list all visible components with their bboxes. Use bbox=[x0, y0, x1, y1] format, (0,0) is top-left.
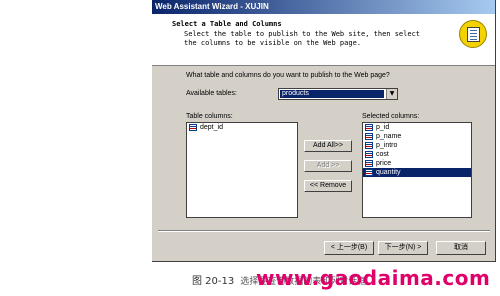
header-description: Select the table to publish to the Web s… bbox=[184, 30, 421, 47]
add-button[interactable]: Add >> bbox=[304, 160, 352, 172]
column-icon bbox=[365, 124, 373, 131]
column-name: p_id bbox=[376, 124, 390, 131]
list-item[interactable]: p_name bbox=[363, 132, 471, 141]
column-name: p_name bbox=[376, 133, 402, 140]
column-icon bbox=[365, 160, 373, 167]
column-name: quantity bbox=[376, 169, 401, 176]
column-icon bbox=[365, 169, 373, 176]
column-icon bbox=[189, 124, 197, 131]
page-icon bbox=[467, 27, 480, 42]
table-columns-label: Table columns: bbox=[186, 113, 233, 120]
divider bbox=[158, 230, 490, 232]
back-button[interactable]: < 上一步(B) bbox=[324, 241, 374, 255]
table-columns-list[interactable]: dept_id bbox=[186, 122, 298, 218]
column-name: p_intro bbox=[376, 142, 398, 149]
window-title: Web Assistant Wizard - XUJIN bbox=[152, 0, 495, 14]
list-item[interactable]: p_intro bbox=[363, 141, 471, 150]
prompt-text: What table and columns do you want to pu… bbox=[186, 72, 390, 79]
next-button[interactable]: 下一步(N) > bbox=[378, 241, 428, 255]
selected-columns-list[interactable]: p_id p_name p_intro cost price quantity bbox=[362, 122, 472, 218]
list-item-selected[interactable]: quantity bbox=[363, 168, 471, 177]
wizard-header: Select a Table and Columns Select the ta… bbox=[152, 14, 495, 66]
wizard-window: Web Assistant Wizard - XUJIN Select a Ta… bbox=[152, 0, 496, 262]
selected-columns-label: Selected columns: bbox=[362, 113, 420, 120]
list-item[interactable]: price bbox=[363, 159, 471, 168]
remove-button[interactable]: << Remove bbox=[304, 180, 352, 192]
list-item[interactable]: dept_id bbox=[187, 123, 297, 132]
header-title: Select a Table and Columns bbox=[172, 20, 282, 28]
chevron-down-icon[interactable]: ▼ bbox=[386, 89, 397, 99]
column-name: price bbox=[376, 160, 392, 167]
add-all-button[interactable]: Add All>> bbox=[304, 140, 352, 152]
column-icon bbox=[365, 151, 373, 158]
column-name: dept_id bbox=[200, 124, 223, 131]
column-name: cost bbox=[376, 151, 389, 158]
available-tables-select[interactable]: products ▼ bbox=[278, 88, 398, 100]
web-page-wizard-icon bbox=[459, 20, 487, 48]
column-icon bbox=[365, 142, 373, 149]
cancel-button[interactable]: 取消 bbox=[436, 241, 486, 255]
available-tables-value: products bbox=[280, 90, 384, 98]
available-tables-label: Available tables: bbox=[186, 90, 237, 97]
list-item[interactable]: cost bbox=[363, 150, 471, 159]
list-item[interactable]: p_id bbox=[363, 123, 471, 132]
figure-number: 图 20-13 bbox=[192, 276, 235, 287]
watermark: www.gaodaima.com bbox=[256, 266, 491, 290]
column-icon bbox=[365, 133, 373, 140]
